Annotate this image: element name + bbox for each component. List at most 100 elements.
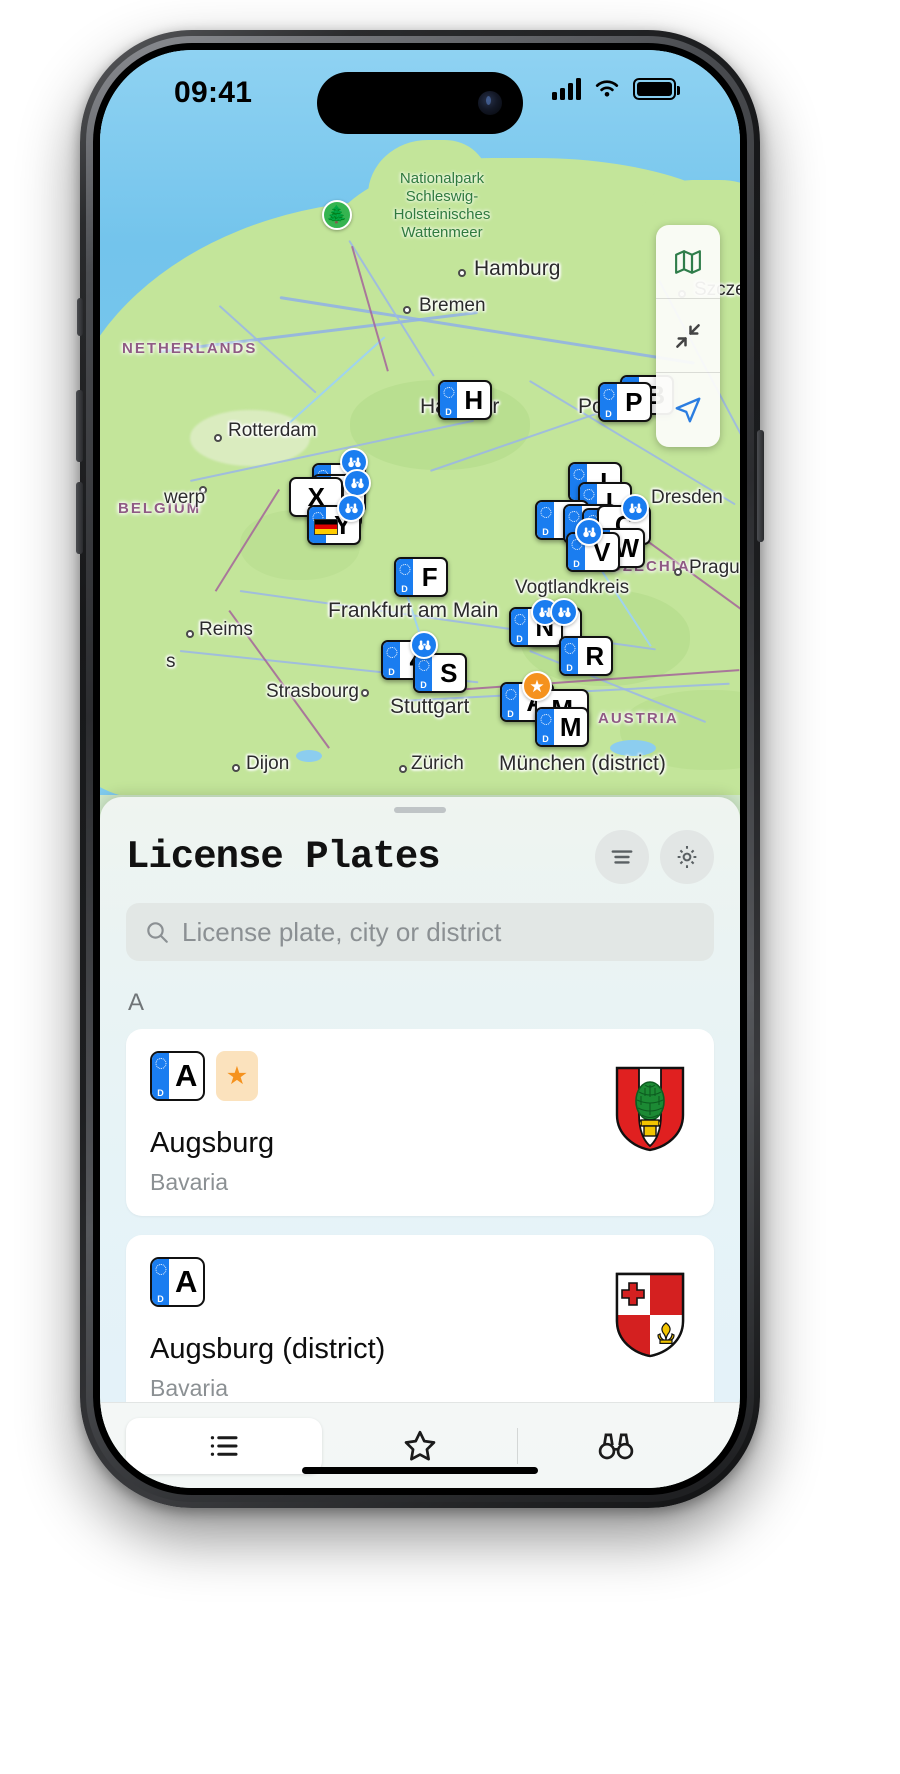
map-badge-binoculars-2[interactable] [343,469,371,497]
park-label-line3: Holsteinisches [393,206,491,223]
map-view[interactable]: 🌲 Nationalpark Schleswig- Holsteinisches… [100,50,740,795]
country-code: D [157,1294,164,1304]
license-plate-list[interactable]: D A ★ Augsburg Bavaria D A Augsburg (dis… [100,1029,740,1402]
eu-band: D [396,559,413,595]
city-label-s: s [166,651,176,672]
eu-stars-icon [573,469,584,480]
map-pin-plate-R[interactable]: D R [559,636,613,676]
eu-band: D [561,638,578,674]
city-label-dijon: Dijon [246,753,290,774]
plate-badge: D A [150,1257,205,1307]
volume-up-button[interactable] [76,390,83,462]
city-label-frankfurt: Frankfurt am Main [328,599,499,622]
front-camera-icon [478,91,502,115]
city-label-munich-district: München (district) [499,752,666,775]
map-badge-binoculars-5[interactable] [575,518,603,546]
eu-stars-icon [505,689,516,700]
country-code: D [542,527,549,537]
list-item[interactable]: D A ★ Augsburg Bavaria [126,1029,714,1216]
status-bar: 09:41 [100,50,740,146]
national-park-pin-icon[interactable]: 🌲 [322,200,352,230]
country-label-austria: AUSTRIA [598,710,679,727]
city-dot-bremen [403,306,411,314]
plate-letters: A [175,1264,197,1299]
eu-stars-icon [583,489,594,500]
phone-frame: 🌲 Nationalpark Schleswig- Holsteinisches… [76,30,764,1508]
country-code: D [516,634,523,644]
national-park-label: Nationalpark Schleswig- Holsteinisches W… [352,170,532,242]
list-item[interactable]: D A Augsburg (district) Bavaria [126,1235,714,1402]
country-code: D [605,409,612,419]
sheet-grabber[interactable] [394,807,446,813]
eu-stars-icon [564,643,575,654]
map-badge-favorite-star[interactable]: ★ [522,671,552,701]
dynamic-island [317,72,523,134]
status-time: 09:41 [174,76,253,109]
eu-band: D [511,609,528,645]
plate-letters: P [625,386,642,417]
park-label-line1: Nationalpark [399,170,485,187]
map-badge-binoculars-8[interactable] [410,631,438,659]
map-badge-binoculars-4[interactable] [621,494,649,522]
country-code: D [542,734,549,744]
country-code: D [388,667,395,677]
city-dot-dijon [232,764,240,772]
map-pin-plate-S[interactable]: D S [413,653,467,693]
favorite-badge[interactable]: ★ [216,1051,258,1101]
fit-region-button[interactable] [656,299,720,373]
country-code: D [507,709,514,719]
eu-stars-icon [418,660,429,671]
volume-down-button[interactable] [76,482,83,554]
city-label-reims: Reims [199,619,253,640]
eu-stars-icon [540,714,551,725]
tab-favorites[interactable] [322,1418,518,1474]
map-badge-binoculars-3[interactable] [337,494,365,522]
city-dot-prague [674,568,682,576]
home-indicator[interactable] [302,1467,538,1474]
eu-band: D [383,642,400,678]
city-label-antwerp: werp [164,487,206,508]
silent-switch[interactable] [77,298,83,336]
filter-button[interactable] [595,830,649,884]
map-pin-plate-M[interactable]: D M [535,707,589,747]
eu-band: D [152,1259,169,1305]
search-input[interactable] [182,916,696,948]
plate-letters: S [440,657,457,688]
country-label-netherlands: NETHERLANDS [122,340,258,357]
country-code: D [573,559,580,569]
card-header-row: D A ★ [150,1051,690,1101]
map-type-button[interactable] [656,225,720,299]
eu-band: D [152,1053,169,1099]
park-label-line2: Schleswig- [405,188,479,205]
country-code: D [566,663,573,673]
eu-stars-icon [155,1264,166,1275]
city-label-dresden: Dresden [651,487,723,508]
tab-list[interactable] [126,1417,322,1474]
eu-stars-icon [540,507,551,518]
power-button[interactable] [757,430,764,542]
map-badge-binoculars-7[interactable] [550,598,578,626]
eu-band: D [537,502,554,538]
locate-button[interactable] [656,373,720,447]
city-dot-hamburg [458,269,466,277]
plate-letters: F [421,561,438,592]
item-name: Augsburg (district) [150,1333,386,1365]
eu-stars-icon [568,511,579,522]
eu-stars-icon [603,389,614,400]
page-title: License Plates [126,835,441,879]
city-label-vogtlandkreis: Vogtlandkreis [515,577,630,598]
map-controls-panel [656,225,720,447]
license-plates-sheet: License Plates License plate, city or di… [100,797,740,1488]
city-label-strasbourg: Strasbourg [266,681,359,702]
search-bar[interactable] [126,903,714,961]
eu-band: D [502,684,519,720]
settings-button[interactable] [660,830,714,884]
eu-stars-icon [443,387,454,398]
map-pin-plate-P[interactable]: D P [598,382,652,422]
tab-spotting[interactable] [518,1418,714,1474]
city-dot-rotterdam [214,434,222,442]
plate-letters: A [175,1058,197,1093]
park-label-line4: Wattenmeer [401,224,483,241]
map-pin-plate-F[interactable]: D F [394,557,448,597]
map-pin-plate-H[interactable]: D H [438,380,492,420]
